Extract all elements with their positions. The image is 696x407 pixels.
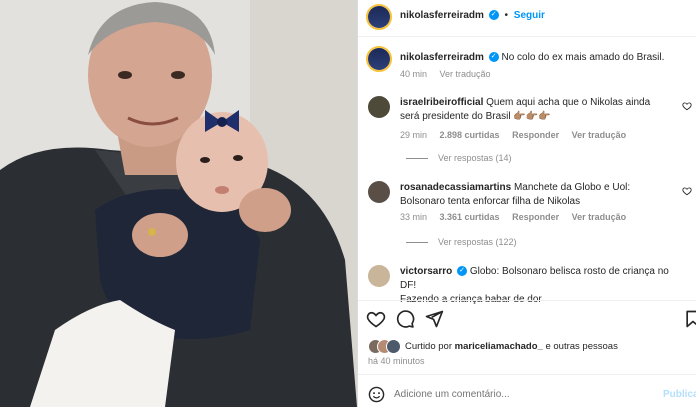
liked-by-suffix[interactable]: e outras pessoas (545, 341, 617, 352)
translate-link[interactable]: Ver tradução (572, 130, 627, 140)
caption: nikolasferreiradm ✓ No colo do ex mais a… (400, 51, 680, 65)
verified-icon: ✓ (488, 10, 499, 21)
caption-author-avatar[interactable] (366, 46, 392, 72)
caption-username[interactable]: nikolasferreiradm (400, 52, 484, 63)
caption-meta: 40 min Ver tradução (400, 69, 501, 79)
comment: israelribeirofficial Quem aqui acha que … (400, 96, 665, 124)
liker-avatar (386, 339, 401, 354)
header-divider (358, 36, 696, 37)
follow-button[interactable]: Seguir (514, 10, 545, 21)
author-avatar[interactable] (366, 4, 392, 30)
comment-avatar[interactable] (368, 265, 390, 287)
caption-text: No colo do ex mais amado do Brasil. (501, 52, 665, 63)
verified-icon: ✓ (457, 266, 468, 277)
comment-time: 33 min (400, 212, 428, 222)
comment-meta: 33 min 3.361 curtidas Responder Ver trad… (400, 212, 636, 222)
comment-avatar[interactable] (368, 96, 390, 118)
like-comment-heart-icon[interactable] (682, 101, 692, 111)
comment-avatar[interactable] (368, 181, 390, 203)
dot-separator: • (504, 10, 509, 21)
share-icon[interactable] (424, 309, 444, 329)
comment-likes[interactable]: 3.361 curtidas (440, 212, 500, 222)
post-side-panel: nikolasferreiradm ✓ • Seguir nikolasferr… (358, 0, 696, 407)
verified-icon: ✓ (488, 52, 499, 63)
caption-time: 40 min (400, 69, 428, 79)
publish-button[interactable]: Publicar (663, 389, 696, 400)
like-comment-heart-icon[interactable] (682, 186, 692, 196)
comment-username[interactable]: victorsarro (400, 266, 452, 277)
post-time: há 40 minutos (368, 356, 425, 366)
post-photo-illustration (0, 0, 357, 407)
comment: rosanadecassiamartins Manchete da Globo … (400, 181, 672, 209)
comment-meta: 29 min 2.898 curtidas Responder Ver trad… (400, 130, 636, 140)
comment-input[interactable] (394, 386, 634, 403)
caption-translate-link[interactable]: Ver tradução (440, 69, 491, 79)
liked-by-user[interactable]: mariceliamachado_ (455, 341, 543, 352)
replies-dash (406, 242, 428, 244)
liked-by-line: Curtido por mariceliamachado_ e outras p… (405, 341, 618, 352)
translate-link[interactable]: Ver tradução (572, 212, 627, 222)
reply-link[interactable]: Responder (512, 212, 559, 222)
header-userline: nikolasferreiradm ✓ • Seguir (400, 10, 545, 21)
bookmark-icon[interactable] (683, 309, 696, 329)
reply-link[interactable]: Responder (512, 130, 559, 140)
view-replies[interactable]: Ver respostas (122) (406, 237, 517, 247)
comment-username[interactable]: israelribeirofficial (400, 97, 483, 108)
comment-icon[interactable] (395, 309, 415, 329)
emoji-icon[interactable] (368, 386, 385, 403)
view-replies[interactable]: Ver respostas (14) (406, 153, 512, 163)
heart-icon[interactable] (366, 309, 386, 329)
liked-by-prefix: Curtido por (405, 341, 452, 352)
view-replies-label[interactable]: Ver respostas (14) (438, 153, 512, 163)
view-replies-label[interactable]: Ver respostas (122) (438, 237, 517, 247)
input-divider (358, 374, 696, 375)
comment-username[interactable]: rosanadecassiamartins (400, 182, 511, 193)
comment-time: 29 min (400, 130, 428, 140)
author-username[interactable]: nikolasferreiradm (400, 10, 484, 21)
replies-dash (406, 158, 428, 160)
comment-likes[interactable]: 2.898 curtidas (440, 130, 500, 140)
post-photo (0, 0, 357, 407)
actions-divider (358, 300, 696, 301)
